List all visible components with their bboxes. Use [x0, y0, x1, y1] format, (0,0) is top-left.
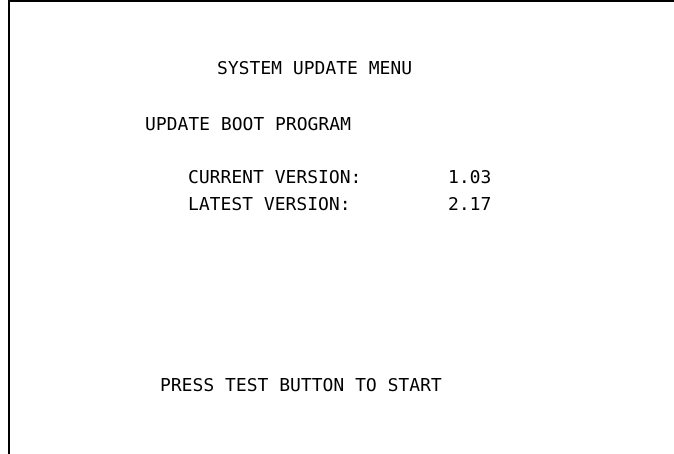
screen-frame-top	[8, 0, 674, 2]
screen-frame-left	[8, 0, 10, 454]
system-update-screen: SYSTEM UPDATE MENU UPDATE BOOT PROGRAM C…	[0, 0, 674, 454]
latest-version-value: 2.17	[448, 194, 492, 215]
menu-option-update-boot-program: UPDATE BOOT PROGRAM	[145, 114, 351, 135]
latest-version-label: LATEST VERSION:	[188, 194, 351, 215]
menu-title: SYSTEM UPDATE MENU	[217, 58, 413, 79]
current-version-value: 1.03	[448, 167, 492, 188]
current-version-label: CURRENT VERSION:	[188, 167, 362, 188]
start-instruction-text: PRESS TEST BUTTON TO START	[160, 375, 442, 396]
